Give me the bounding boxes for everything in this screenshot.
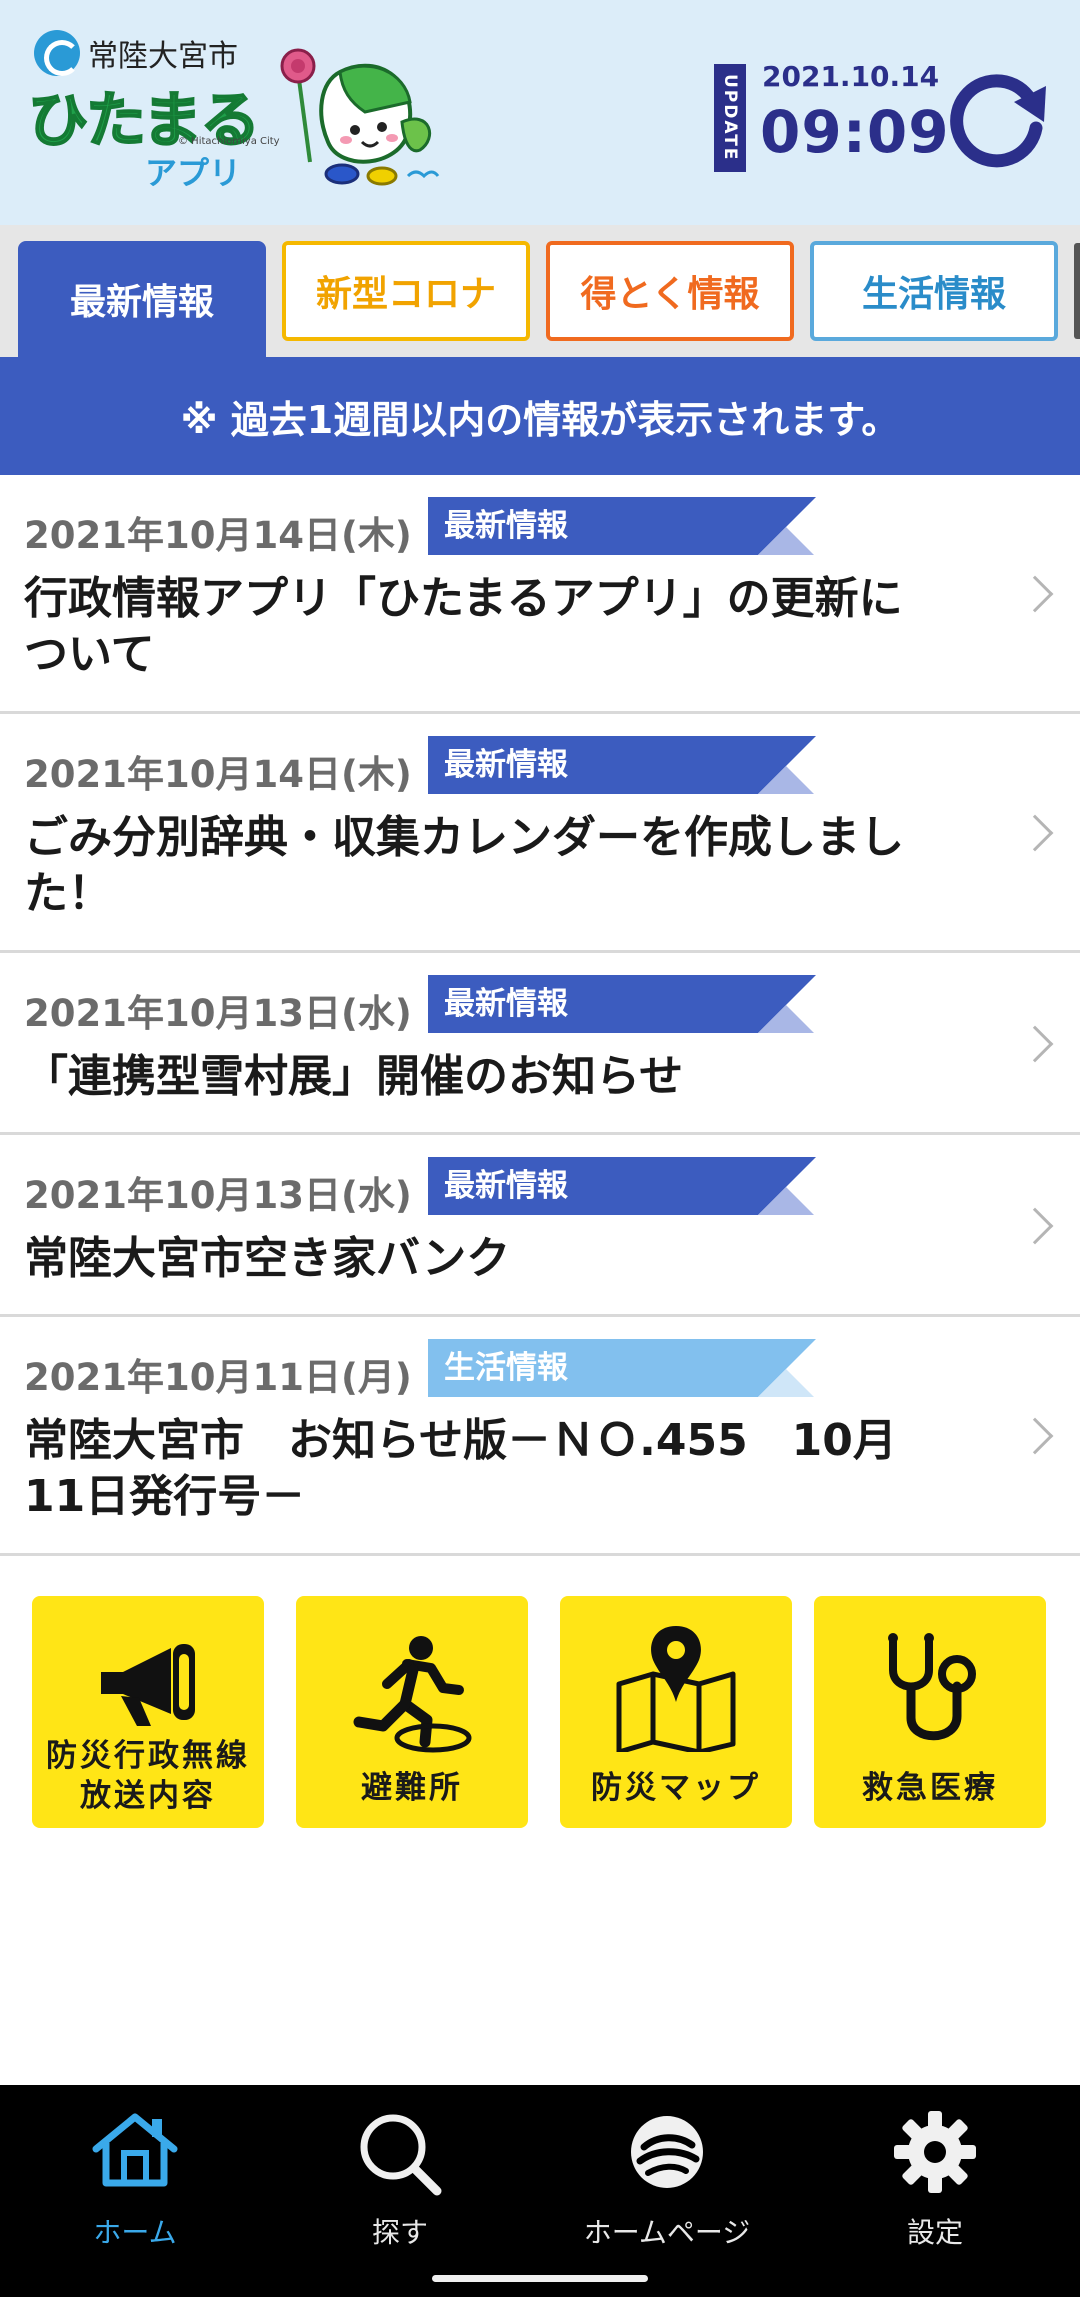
shortcut-emergency-medical[interactable]: 救急医療	[814, 1596, 1046, 1828]
tag-corner-decoration	[758, 1369, 814, 1397]
app-logo-subtext: © Hitachiomiya City	[178, 136, 280, 147]
search-icon	[360, 2114, 442, 2196]
home-indicator[interactable]	[432, 2275, 648, 2282]
mascot-icon	[280, 48, 440, 186]
nav-label: 設定	[906, 2216, 963, 2249]
tab-deals[interactable]: 得とく情報	[546, 241, 794, 341]
list-item[interactable]: 2021年10月11日(月) 生活情報 常陸大宮市 お知らせ版－ＮＯ.455 1…	[0, 1317, 1080, 1556]
tab-life[interactable]: 生活情報	[810, 241, 1058, 341]
list-item[interactable]: 2021年10月14日(木) 最新情報 ごみ分別辞典・収集カレンダーを作成しまし…	[0, 714, 1080, 953]
news-title: 常陸大宮市空き家バンク	[24, 1233, 511, 1284]
app-logo-app-label: アプリ	[145, 154, 242, 192]
news-date: 2021年10月14日(木)	[24, 753, 412, 796]
shortcut-label: 防災マップ	[591, 1770, 761, 1806]
news-category-tag: 生活情報	[428, 1339, 816, 1397]
chevron-right-icon	[1016, 1417, 1054, 1455]
update-badge: UPDATE	[714, 64, 746, 172]
chevron-right-icon	[1016, 814, 1054, 852]
list-item[interactable]: 2021年10月13日(水) 最新情報 「連携型雪村展」開催のお知らせ	[0, 953, 1080, 1135]
nav-label: ホーム	[93, 2216, 177, 2249]
news-date: 2021年10月13日(水)	[24, 1174, 412, 1217]
bottom-navigation: ホーム 探す ホームページ 設定	[0, 2085, 1080, 2297]
news-title: 常陸大宮市 お知らせ版－ＮＯ.455 10月11日発行号－	[24, 1415, 897, 1522]
update-date: 2021.10.14	[762, 60, 940, 93]
tab-scroll-edge	[1074, 243, 1080, 339]
city-logo: 常陸大宮市	[34, 30, 238, 76]
shortcut-disaster-radio[interactable]: 防災行政無線 放送内容	[32, 1596, 264, 1828]
map-pin-icon	[616, 1626, 736, 1752]
shortcut-hazard-map[interactable]: 防災マップ	[560, 1596, 792, 1828]
chevron-right-icon	[1016, 1207, 1054, 1245]
nav-search[interactable]: 探す	[265, 2085, 535, 2297]
tab-latest[interactable]: 最新情報	[18, 241, 266, 357]
tag-corner-decoration	[758, 527, 814, 555]
tab-corona[interactable]: 新型コロナ	[282, 241, 530, 341]
news-date: 2021年10月14日(木)	[24, 514, 412, 557]
list-item[interactable]: 2021年10月14日(木) 最新情報 行政情報アプリ「ひたまるアプリ」の更新に…	[0, 475, 1080, 714]
list-item[interactable]: 2021年10月13日(水) 最新情報 常陸大宮市空き家バンク	[0, 1135, 1080, 1317]
gear-icon	[894, 2111, 976, 2193]
megaphone-icon	[101, 1644, 195, 1726]
update-time: 09:09	[760, 98, 950, 166]
shortcut-label: 避難所	[361, 1770, 463, 1806]
category-tabs: 最新情報 新型コロナ 得とく情報 生活情報	[0, 225, 1080, 357]
news-category-label: 最新情報	[444, 508, 568, 544]
news-category-tag: 最新情報	[428, 975, 816, 1033]
city-emblem-icon	[631, 2116, 703, 2188]
news-title: 行政情報アプリ「ひたまるアプリ」の更新について	[24, 573, 903, 680]
nav-label: ホームページ	[583, 2216, 751, 2249]
shortcut-evacuation-shelter[interactable]: 避難所	[296, 1596, 528, 1828]
app-header: 常陸大宮市 ひたまる © Hitachiomiya City アプリ UPDAT…	[0, 0, 1080, 225]
news-category-label: 生活情報	[444, 1350, 568, 1386]
nav-homepage[interactable]: ホームページ	[532, 2085, 802, 2297]
news-list: 2021年10月14日(木) 最新情報 行政情報アプリ「ひたまるアプリ」の更新に…	[0, 475, 1080, 1556]
news-title: ごみ分別辞典・収集カレンダーを作成しました！	[24, 812, 904, 919]
news-category-tag: 最新情報	[428, 736, 816, 794]
nav-home[interactable]: ホーム	[0, 2085, 270, 2297]
news-category-tag: 最新情報	[428, 497, 816, 555]
shortcut-label: 放送内容	[80, 1778, 216, 1814]
tag-corner-decoration	[758, 1005, 814, 1033]
notice-banner: ※ 過去1週間以内の情報が表示されます。	[0, 357, 1080, 475]
city-emblem-icon	[34, 30, 80, 76]
nav-label: 探す	[371, 2216, 428, 2249]
stethoscope-icon	[888, 1633, 976, 1741]
running-person-icon	[353, 1636, 472, 1753]
tag-corner-decoration	[758, 766, 814, 794]
news-category-label: 最新情報	[444, 747, 568, 783]
nav-settings[interactable]: 設定	[800, 2085, 1070, 2297]
chevron-right-icon	[1016, 1025, 1054, 1063]
refresh-icon[interactable]	[940, 66, 1052, 178]
tag-corner-decoration	[758, 1187, 814, 1215]
news-category-label: 最新情報	[444, 1168, 568, 1204]
news-date: 2021年10月13日(水)	[24, 992, 412, 1035]
news-category-label: 最新情報	[444, 986, 568, 1022]
news-title: 「連携型雪村展」開催のお知らせ	[24, 1051, 684, 1102]
shortcut-label: 防災行政無線	[46, 1738, 250, 1774]
chevron-right-icon	[1016, 575, 1054, 613]
emergency-shortcuts: 防災行政無線 放送内容 避難所 防災マップ 救急医療	[0, 1596, 1080, 1828]
news-category-tag: 最新情報	[428, 1157, 816, 1215]
shortcut-label: 救急医療	[862, 1770, 998, 1806]
home-icon	[92, 2113, 178, 2187]
city-name: 常陸大宮市	[88, 39, 238, 74]
news-date: 2021年10月11日(月)	[24, 1356, 412, 1399]
